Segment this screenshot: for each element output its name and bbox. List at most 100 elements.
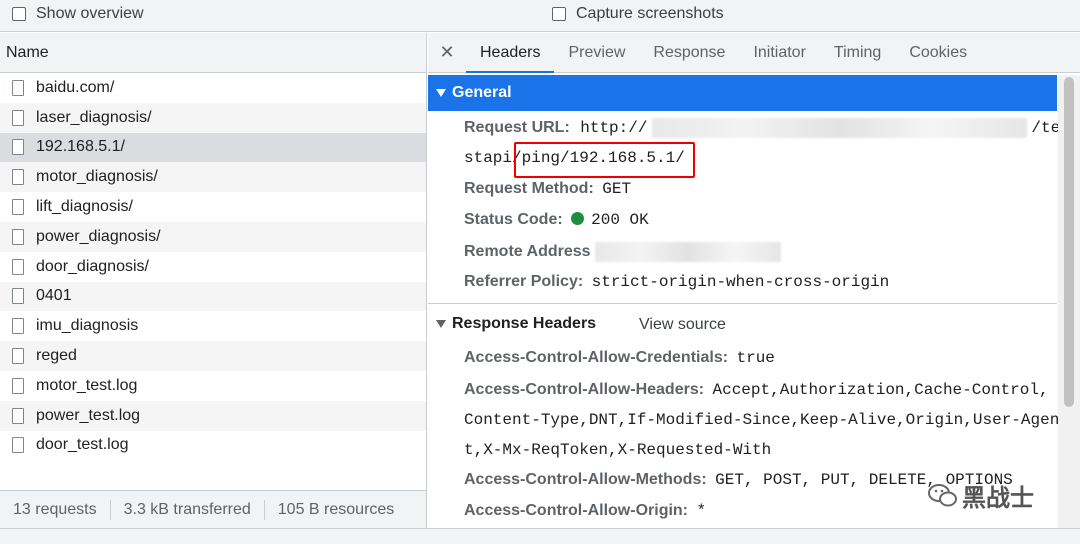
acah-label: Access-Control-Allow-Headers:: [464, 381, 705, 398]
expand-triangle-icon: [436, 89, 446, 97]
status-ok-icon: [571, 212, 585, 225]
request-name: power_diagnosis/: [36, 227, 161, 245]
transferred-size: 3.3 kB transferred: [123, 500, 251, 518]
request-list: baidu.com/laser_diagnosis/192.168.5.1/mo…: [0, 73, 426, 460]
document-icon: [12, 228, 24, 245]
scrollbar-thumb[interactable]: [1064, 77, 1074, 407]
acah-value-2: Content-Type,DNT,If-Modified-Since,Keep-…: [464, 411, 1060, 429]
view-source-link[interactable]: View source: [639, 316, 726, 334]
tab-response[interactable]: Response: [639, 33, 739, 73]
request-row[interactable]: 192.168.5.1/: [0, 132, 426, 163]
document-icon: [12, 139, 24, 156]
tab-timing[interactable]: Timing: [820, 33, 895, 73]
acah-value-1: Accept,Authorization,Cache-Control,: [712, 381, 1049, 399]
request-details-panel: ✕ Headers Preview Response Initiator Tim…: [428, 33, 1080, 528]
acac-row: Access-Control-Allow-Credentials: true: [464, 349, 775, 367]
remote-address-label: Remote Address: [464, 243, 591, 261]
request-row[interactable]: lift_diagnosis/: [0, 192, 426, 222]
request-row[interactable]: power_diagnosis/: [0, 221, 426, 252]
request-row[interactable]: laser_diagnosis/: [0, 102, 426, 133]
response-headers-section-header[interactable]: Response Headers: [436, 315, 596, 333]
request-name: door_test.log: [36, 436, 129, 454]
section-divider: [428, 303, 1057, 304]
watermark-text: 黑战士: [962, 485, 1034, 512]
document-icon: [12, 437, 24, 454]
redacted-url: [651, 118, 1027, 138]
request-row[interactable]: motor_diagnosis/: [0, 162, 426, 193]
request-url-start: http://: [580, 119, 648, 138]
referrer-policy-label: Referrer Policy:: [464, 273, 584, 290]
request-name: 192.168.5.1/: [36, 138, 125, 156]
request-row[interactable]: reged: [0, 341, 426, 371]
request-name: motor_diagnosis/: [36, 168, 158, 186]
options-bar: Show overview Capture screenshots: [0, 0, 1080, 32]
tab-preview[interactable]: Preview: [554, 33, 639, 73]
acac-value: true: [736, 349, 775, 367]
acah-row-continued: t,X-Mx-ReqToken,X-Requested-With: [464, 441, 771, 459]
request-url-end: /te: [1031, 119, 1061, 138]
status-code-row: Status Code: 200 OK: [464, 211, 649, 229]
details-scrollbar[interactable]: [1058, 75, 1080, 528]
request-name: laser_diagnosis/: [36, 108, 152, 126]
acah-value-3: t,X-Mx-ReqToken,X-Requested-With: [464, 441, 772, 459]
document-icon: [12, 169, 24, 186]
request-url-prefix: stapi/: [464, 149, 522, 167]
show-overview-label: Show overview: [36, 5, 144, 22]
request-row[interactable]: motor_test.log: [0, 371, 426, 401]
document-icon: [12, 109, 24, 126]
document-icon: [12, 79, 24, 96]
highlight-box: [514, 142, 695, 178]
capture-screenshots-option[interactable]: Capture screenshots: [552, 5, 724, 23]
capture-screenshots-checkbox[interactable]: [552, 7, 566, 21]
request-row[interactable]: 0401: [0, 281, 426, 312]
acah-row-continued: Content-Type,DNT,If-Modified-Since,Keep-…: [464, 411, 1059, 429]
request-name: lift_diagnosis/: [36, 198, 133, 216]
document-icon: [12, 288, 24, 305]
response-headers-title: Response Headers: [452, 315, 597, 332]
acao-label: Access-Control-Allow-Origin:: [464, 502, 689, 519]
tab-headers[interactable]: Headers: [466, 33, 555, 73]
request-list-panel: Name baidu.com/laser_diagnosis/192.168.5…: [0, 33, 427, 528]
close-icon[interactable]: ✕: [428, 42, 466, 63]
watermark: 黑战士: [928, 478, 1034, 513]
request-row[interactable]: door_test.log: [0, 431, 426, 461]
details-tab-bar: ✕ Headers Preview Response Initiator Tim…: [428, 33, 1080, 73]
request-row[interactable]: power_test.log: [0, 400, 426, 431]
redacted-address: [595, 242, 782, 262]
request-row[interactable]: baidu.com/: [0, 73, 426, 103]
name-column-header[interactable]: Name: [0, 33, 426, 73]
network-summary-bar: 13 requests 3.3 kB transferred 105 B res…: [0, 490, 426, 528]
request-method-value: GET: [602, 180, 632, 198]
document-icon: [12, 407, 24, 424]
show-overview-option[interactable]: Show overview: [12, 5, 144, 23]
acao-row: Access-Control-Allow-Origin: *: [464, 502, 706, 520]
show-overview-checkbox[interactable]: [12, 7, 26, 21]
request-row[interactable]: imu_diagnosis: [0, 311, 426, 341]
request-count: 13 requests: [13, 500, 97, 518]
document-icon: [12, 318, 24, 335]
document-icon: [12, 258, 24, 275]
request-name: 0401: [36, 287, 72, 305]
capture-screenshots-label: Capture screenshots: [576, 5, 724, 22]
acao-value: *: [696, 502, 707, 520]
request-name: power_test.log: [36, 406, 141, 424]
tab-cookies[interactable]: Cookies: [895, 33, 981, 73]
request-name: reged: [36, 347, 77, 365]
document-icon: [12, 348, 24, 365]
resources-size: 105 B resources: [277, 500, 395, 518]
request-row[interactable]: door_diagnosis/: [0, 252, 426, 282]
referrer-policy-value: strict-origin-when-cross-origin: [591, 273, 890, 291]
acac-label: Access-Control-Allow-Credentials:: [464, 349, 729, 366]
request-method-row: Request Method: GET: [464, 180, 631, 198]
expand-triangle-icon: [436, 320, 446, 328]
request-name: imu_diagnosis: [36, 317, 139, 335]
referrer-policy-row: Referrer Policy: strict-origin-when-cros…: [464, 273, 889, 291]
request-method-label: Request Method:: [464, 180, 594, 197]
general-section-header[interactable]: General: [428, 75, 1057, 111]
general-title: General: [452, 84, 512, 101]
acah-row: Access-Control-Allow-Headers: Accept,Aut…: [464, 381, 1049, 399]
wechat-icon: [928, 483, 957, 506]
remote-address-row: Remote Address: [464, 242, 782, 262]
document-icon: [12, 377, 24, 394]
tab-initiator[interactable]: Initiator: [739, 33, 819, 73]
